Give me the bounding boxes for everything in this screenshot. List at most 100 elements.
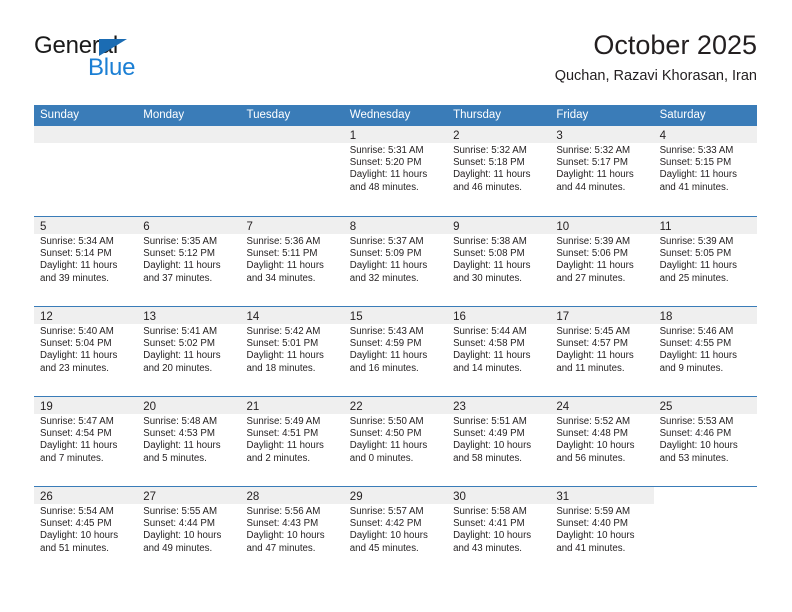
day-number: 6 [143,221,150,233]
calendar-day-cell[interactable]: 15 Sunrise: 5:43 AM Sunset: 4:59 PM Dayligh… [343,307,448,396]
sunset-text: Sunset: 4:45 PM [40,518,112,530]
day-number: 20 [143,401,157,413]
calendar-day-cell[interactable]: 16 Sunrise: 5:44 AM Sunset: 4:58 PM Dayligh… [447,307,551,396]
sunset-text: Sunset: 4:42 PM [349,518,422,530]
sunrise-text: Sunrise: 5:40 AM [40,326,114,337]
calendar-day-cell[interactable]: 26 Sunrise: 5:54 AM Sunset: 4:45 PM Dayligh… [34,487,138,576]
day-number: 16 [453,311,466,323]
daylight-text-line1: Daylight: 10 hours [659,440,738,452]
daylight-text-line1: Daylight: 10 hours [453,440,532,452]
day-number-band: 19 [34,397,138,414]
day-number: 7 [246,221,253,233]
calendar-day-cell[interactable]: 9 Sunrise: 5:38 AM Sunset: 5:08 PM Daylight… [447,217,551,306]
calendar-day-cell[interactable]: 30 Sunrise: 5:58 AM Sunset: 4:41 PM Dayligh… [447,487,551,576]
day-sun-info: Sunrise: 5:45 AM Sunset: 4:57 PM Daylight:… [550,324,653,375]
calendar-day-cell[interactable]: 3 Sunrise: 5:32 AM Sunset: 5:17 PM Daylight… [550,126,654,216]
calendar-day-cell[interactable]: 1 Sunrise: 5:31 AM Sunset: 5:20 PM Daylight… [343,126,448,216]
daylight-text-line2: and 25 minutes. [659,272,729,284]
day-sun-info: Sunrise: 5:56 AM Sunset: 4:43 PM Daylight:… [241,504,344,555]
day-sun-info: Sunrise: 5:44 AM Sunset: 4:58 PM Daylight:… [447,324,550,375]
calendar-day-cell[interactable]: 8 Sunrise: 5:37 AM Sunset: 5:09 PM Daylight… [343,217,448,306]
calendar-day-cell[interactable]: 23 Sunrise: 5:51 AM Sunset: 4:49 PM Dayligh… [447,397,551,486]
calendar-day-cell[interactable]: 2 Sunrise: 5:32 AM Sunset: 5:18 PM Daylight… [447,126,551,216]
calendar-day-cell[interactable]: 21 Sunrise: 5:49 AM Sunset: 4:51 PM Dayligh… [240,397,344,486]
daylight-text-line2: and 53 minutes. [659,452,729,464]
daylight-text-line2: and 46 minutes. [453,181,522,193]
calendar-day-cell[interactable]: 7 Sunrise: 5:36 AM Sunset: 5:11 PM Daylight… [240,217,344,306]
calendar-day-cell[interactable]: 31 Sunrise: 5:59 AM Sunset: 4:40 PM Dayligh… [550,487,654,576]
daylight-text-line2: and 34 minutes. [246,272,316,284]
calendar-day-cell[interactable]: 13 Sunrise: 5:41 AM Sunset: 5:02 PM Dayligh… [137,307,241,396]
day-sun-info: Sunrise: 5:39 AM Sunset: 5:05 PM Daylight:… [654,234,757,285]
calendar-day-cell[interactable]: 29 Sunrise: 5:57 AM Sunset: 4:42 PM Dayligh… [343,487,448,576]
calendar-day-cell[interactable]: 17 Sunrise: 5:45 AM Sunset: 4:57 PM Dayligh… [550,307,654,396]
sunset-text: Sunset: 5:01 PM [246,338,319,350]
day-number-band: 28 [240,487,344,504]
daylight-text-line1: Daylight: 10 hours [349,530,428,542]
daylight-text-line1: Daylight: 10 hours [453,530,532,542]
weekday-header-monday: Monday [143,109,185,121]
day-sun-info: Sunrise: 5:34 AM Sunset: 5:14 PM Daylight:… [34,234,137,285]
sunrise-text: Sunrise: 5:48 AM [143,416,218,427]
daylight-text-line2: and 45 minutes. [349,542,419,554]
day-sun-info: Sunrise: 5:32 AM Sunset: 5:17 PM Daylight:… [550,143,653,194]
sunrise-text: Sunrise: 5:52 AM [556,416,631,427]
day-number: 18 [659,311,673,323]
daylight-text-line1: Daylight: 11 hours [349,260,428,272]
day-number-band: 8 [343,217,448,234]
calendar-day-cell[interactable]: 4 Sunrise: 5:33 AM Sunset: 5:15 PM Daylight… [653,126,757,216]
daylight-text-line1: Daylight: 11 hours [40,350,118,362]
sunset-text: Sunset: 5:05 PM [659,248,732,260]
calendar-day-cell[interactable]: 11 Sunrise: 5:39 AM Sunset: 5:05 PM Dayligh… [653,217,757,306]
calendar-day-cell[interactable]: 10 Sunrise: 5:39 AM Sunset: 5:06 PM Dayligh… [550,217,654,306]
daylight-text-line2: and 5 minutes. [143,452,207,464]
day-number: 22 [349,401,363,413]
calendar-day-cell[interactable]: 28 Sunrise: 5:56 AM Sunset: 4:43 PM Dayligh… [240,487,344,576]
day-sun-info: Sunrise: 5:47 AM Sunset: 4:54 PM Daylight:… [34,414,137,465]
day-number-band: 1 [343,126,448,143]
sunrise-text: Sunrise: 5:44 AM [453,326,527,337]
sunrise-text: Sunrise: 5:32 AM [453,145,527,156]
sunset-text: Sunset: 4:59 PM [349,338,422,350]
day-sun-info: Sunrise: 5:49 AM Sunset: 4:51 PM Daylight:… [241,414,344,465]
day-sun-info: Sunrise: 5:58 AM Sunset: 4:41 PM Daylight:… [447,504,550,555]
calendar-day-cell[interactable]: 22 Sunrise: 5:50 AM Sunset: 4:50 PM Dayligh… [343,397,448,486]
day-sun-info: Sunrise: 5:41 AM Sunset: 5:02 PM Daylight:… [137,324,240,375]
calendar-day-cell[interactable]: 19 Sunrise: 5:47 AM Sunset: 4:54 PM Dayligh… [34,397,138,486]
calendar-day-cell[interactable]: 5 Sunrise: 5:34 AM Sunset: 5:14 PM Daylight… [34,217,138,306]
daylight-text-line2: and 47 minutes. [246,542,316,554]
calendar-day-cell[interactable]: 6 Sunrise: 5:35 AM Sunset: 5:12 PM Daylight… [137,217,241,306]
day-number: 27 [143,491,157,503]
daylight-text-line1: Daylight: 11 hours [246,350,324,362]
day-number-band: 20 [137,397,241,414]
sunset-text: Sunset: 5:17 PM [556,157,628,169]
general-blue-logo: General Blue [34,32,234,88]
day-number: 11 [659,221,672,233]
day-number: 26 [40,491,53,503]
calendar-day-cell[interactable]: 18 Sunrise: 5:46 AM Sunset: 4:55 PM Dayligh… [653,307,757,396]
sunset-text: Sunset: 4:44 PM [143,518,215,530]
sunset-text: Sunset: 4:40 PM [556,518,628,530]
weekday-header-wednesday: Wednesday [349,109,411,121]
calendar-grid: Sunday Monday Tuesday Wednesday Thursday… [34,105,757,576]
day-number-band [34,126,138,143]
day-sun-info: Sunrise: 5:51 AM Sunset: 4:49 PM Daylight:… [447,414,550,465]
sunset-text: Sunset: 4:55 PM [659,338,732,350]
sunrise-text: Sunrise: 5:46 AM [659,326,734,337]
day-sun-info: Sunrise: 5:48 AM Sunset: 4:53 PM Daylight:… [137,414,240,465]
calendar-day-cell[interactable]: 25 Sunrise: 5:53 AM Sunset: 4:46 PM Dayligh… [653,397,757,486]
calendar-day-cell[interactable]: 27 Sunrise: 5:55 AM Sunset: 4:44 PM Dayligh… [137,487,241,576]
day-number: 25 [659,401,673,413]
daylight-text-line2: and 30 minutes. [453,272,522,284]
day-number: 2 [453,130,460,142]
location-subtitle: Quchan, Razavi Khorasan, Iran [554,68,757,84]
day-number-band: 31 [550,487,654,504]
daylight-text-line1: Daylight: 11 hours [659,260,737,272]
calendar-day-cell[interactable]: 14 Sunrise: 5:42 AM Sunset: 5:01 PM Dayligh… [240,307,344,396]
daylight-text-line2: and 27 minutes. [556,272,626,284]
sunset-text: Sunset: 4:50 PM [349,428,422,440]
calendar-day-cell[interactable]: 24 Sunrise: 5:52 AM Sunset: 4:48 PM Dayligh… [550,397,654,486]
calendar-day-cell[interactable]: 20 Sunrise: 5:48 AM Sunset: 4:53 PM Dayligh… [137,397,241,486]
sunrise-text: Sunrise: 5:53 AM [659,416,734,427]
calendar-day-cell[interactable]: 12 Sunrise: 5:40 AM Sunset: 5:04 PM Dayligh… [34,307,138,396]
